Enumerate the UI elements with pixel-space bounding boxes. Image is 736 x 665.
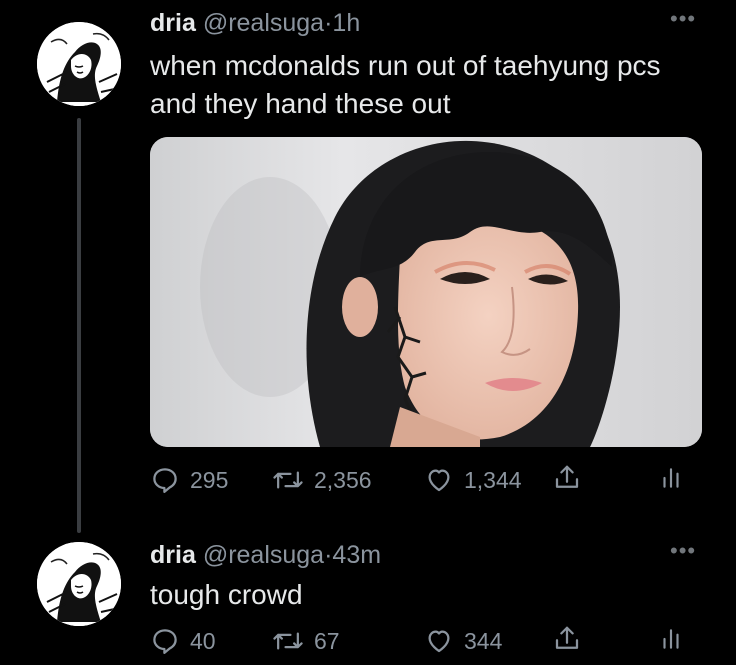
analytics-button[interactable]: [658, 624, 684, 654]
timestamp[interactable]: 43m: [332, 541, 381, 569]
timestamp[interactable]: 1h: [332, 9, 360, 37]
tweet-media-image[interactable]: [150, 137, 702, 447]
like-icon: [428, 630, 450, 653]
tweet-text-line: when mcdonalds run out of taehyung pcs: [150, 50, 661, 81]
share-button[interactable]: [552, 463, 582, 493]
like-icon: [428, 469, 450, 492]
portrait-photo: [150, 137, 702, 447]
share-button[interactable]: [552, 624, 582, 654]
display-name[interactable]: dria: [150, 9, 196, 37]
tweet-text-line: and they hand these out: [150, 88, 451, 119]
tweet-header: dria @realsuga·43m: [150, 540, 381, 570]
analytics-icon: [663, 629, 679, 649]
retweet-count: 67: [314, 628, 340, 654]
reply-button[interactable]: 295: [150, 463, 228, 497]
more-icon[interactable]: •••: [670, 6, 696, 32]
avatar[interactable]: [37, 22, 121, 106]
like-count: 344: [464, 628, 503, 654]
display-name[interactable]: dria: [150, 541, 196, 569]
reply-count: 295: [190, 467, 229, 493]
thread-line: [77, 118, 81, 533]
tweet-actions: 40 67 344: [150, 624, 710, 658]
retweet-button[interactable]: 67: [272, 624, 340, 658]
more-icon[interactable]: •••: [670, 538, 696, 564]
retweet-icon: [273, 471, 303, 489]
retweet-count: 2,356: [314, 467, 372, 493]
avatar[interactable]: [37, 542, 121, 626]
share-icon: [555, 626, 579, 649]
avatar-illustration: [37, 22, 121, 106]
like-button[interactable]: 344: [424, 624, 502, 658]
handle[interactable]: @realsuga: [203, 541, 324, 569]
reply-icon: [153, 629, 177, 654]
reply-icon: [153, 468, 177, 493]
avatar-illustration: [37, 542, 121, 626]
retweet-icon: [273, 632, 303, 650]
analytics-icon: [663, 468, 679, 488]
like-button[interactable]: 1,344: [424, 463, 522, 497]
tweet-header: dria @realsuga·1h: [150, 8, 360, 38]
handle[interactable]: @realsuga: [203, 9, 324, 37]
tweet-actions: 295 2,356 1,344: [150, 463, 710, 497]
like-count: 1,344: [464, 467, 522, 493]
retweet-button[interactable]: 2,356: [272, 463, 372, 497]
share-icon: [555, 465, 579, 488]
reply-button[interactable]: 40: [150, 624, 216, 658]
tweet-text-line: tough crowd: [150, 579, 303, 610]
analytics-button[interactable]: [658, 463, 684, 493]
reply-count: 40: [190, 628, 216, 654]
